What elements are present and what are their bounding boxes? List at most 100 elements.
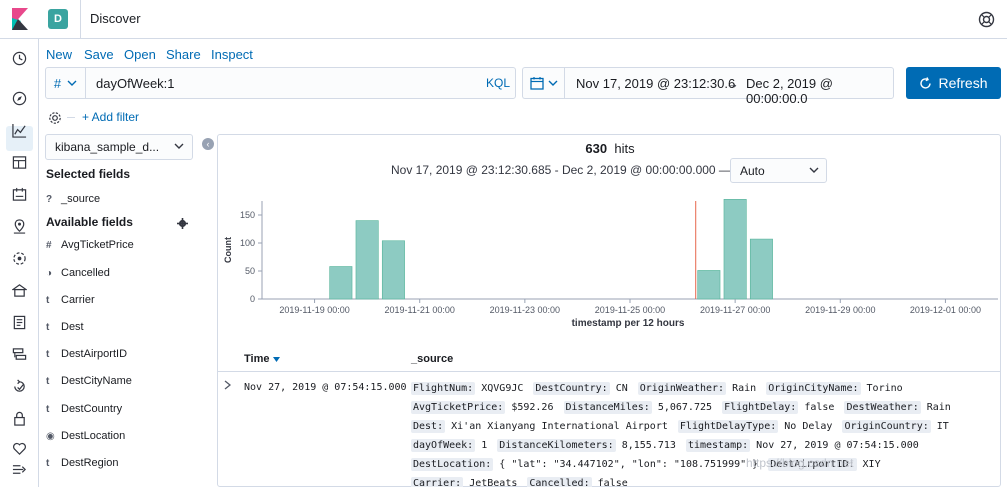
query-input[interactable]: dayOfWeek:1 (96, 76, 175, 91)
field-item[interactable]: ? _source (46, 191, 100, 207)
menu-share[interactable]: Share (166, 47, 201, 62)
uptime-icon[interactable] (10, 377, 29, 396)
field-item[interactable]: t DestRegion (46, 455, 118, 471)
kql-toggle[interactable]: KQL (486, 76, 510, 90)
field-item[interactable]: t DestCityName (46, 373, 132, 389)
field-type-icon: t (46, 375, 50, 387)
refresh-button[interactable]: Refresh (906, 67, 1001, 99)
ml-icon[interactable] (10, 249, 29, 268)
source-field-key: FlightDelay: (722, 401, 799, 414)
column-header-time[interactable]: Time (244, 353, 280, 365)
logs-icon[interactable] (10, 313, 29, 332)
field-item[interactable]: ◑ Cancelled (46, 265, 110, 281)
source-field-value: CN (609, 383, 628, 394)
menu-open[interactable]: Open (124, 47, 156, 62)
field-type-icon: t (46, 321, 50, 333)
histogram-chart[interactable]: Count 0 50 100 150 2019-11-19 00:00 2019-11-21… (218, 193, 1002, 333)
recently-viewed-icon[interactable] (10, 49, 29, 68)
filter-divider (67, 117, 75, 118)
field-item[interactable]: # AvgTicketPrice (46, 237, 134, 253)
maps-icon[interactable] (10, 217, 29, 236)
chevron-down-icon (67, 80, 77, 86)
header-divider (80, 0, 81, 39)
field-type-icon: t (46, 457, 50, 469)
source-field-value: Xi'an Xianyang International Airport (445, 421, 668, 432)
source-field: FlightNum: XQVG9JC (411, 382, 523, 395)
collapse-nav-icon[interactable] (10, 460, 29, 479)
siem-icon[interactable] (10, 409, 29, 428)
field-item[interactable]: t DestCountry (46, 401, 122, 417)
field-name: Dest (61, 321, 84, 333)
field-item[interactable]: t Dest (46, 319, 84, 335)
space-avatar[interactable]: D (48, 9, 68, 29)
heartbeat-icon[interactable] (10, 439, 29, 458)
date-end[interactable]: Dec 2, 2019 @ 00:00:00.0 (746, 76, 893, 106)
source-field-value: 8,155.713 (615, 440, 676, 451)
calendar-icon (529, 77, 544, 90)
discover-icon[interactable] (10, 89, 29, 108)
source-field-value: JetBeats (463, 478, 518, 487)
field-type-icon: t (46, 403, 50, 415)
hit-count-value: 630 (585, 141, 608, 156)
field-name: Cancelled (61, 267, 110, 279)
expand-row-icon[interactable] (224, 380, 232, 393)
apm-icon[interactable] (10, 345, 29, 364)
source-field-key: DestLocation: (411, 458, 494, 471)
field-item[interactable]: ◉ DestLocation (46, 428, 125, 444)
kibana-logo-icon[interactable] (10, 8, 30, 30)
fields-settings-gear-icon[interactable] (177, 216, 188, 229)
source-field: AvgTicketPrice: $592.26 (411, 401, 554, 414)
query-language-toggle[interactable]: # (46, 68, 86, 98)
source-field: FlightDelay: false (722, 401, 835, 414)
collapse-sidebar-icon[interactable]: ‹ (202, 138, 214, 150)
watermark: https://blog.csdn.net (746, 456, 854, 470)
y-tick-label: 50 (245, 266, 255, 276)
source-field: DestCountry: CN (533, 382, 628, 395)
help-icon[interactable] (978, 11, 995, 28)
field-name: DestAirportID (61, 348, 128, 360)
source-field-key: OriginWeather: (637, 382, 727, 395)
field-type-icon: t (46, 294, 50, 306)
index-pattern-select[interactable]: kibana_sample_d... (45, 134, 193, 160)
source-field-value: Rain (920, 402, 951, 413)
histogram-bar (749, 238, 773, 300)
source-field-value: Rain (726, 383, 757, 394)
field-type-icon: ◉ (46, 430, 55, 442)
canvas-icon[interactable] (10, 185, 29, 204)
menu-new[interactable]: New (46, 47, 72, 62)
source-field-value: false (798, 402, 835, 413)
selected-fields-title: Selected fields (46, 167, 131, 181)
infrastructure-icon[interactable] (10, 281, 29, 300)
y-tick-label: 100 (240, 238, 255, 248)
visualize-icon[interactable] (10, 121, 29, 140)
menu-inspect[interactable]: Inspect (211, 47, 253, 62)
quick-date-menu-button[interactable] (522, 67, 564, 99)
top-header: D Discover (0, 0, 1007, 39)
time-range-text: Nov 17, 2019 @ 23:12:30.685 - Dec 2, 201… (391, 163, 731, 177)
field-item[interactable]: t Carrier (46, 292, 95, 308)
interval-select[interactable]: Auto (730, 158, 827, 183)
field-item[interactable]: t DestAirportID (46, 346, 127, 362)
chevron-down-icon (548, 80, 557, 86)
sort-down-icon[interactable] (272, 357, 280, 362)
y-tick-label: 0 (250, 294, 255, 304)
x-tick-label: 2019-11-21 00:00 (385, 305, 455, 315)
field-type-icon: ◑ (46, 267, 53, 279)
hits-label: hits (614, 141, 635, 156)
date-start[interactable]: Nov 17, 2019 @ 23:12:30.6 (576, 76, 735, 91)
query-bar: # dayOfWeek:1 KQL (45, 67, 516, 99)
menu-save[interactable]: Save (84, 47, 114, 62)
field-name: _source (61, 193, 101, 205)
query-language-symbol: # (53, 75, 62, 91)
refresh-icon (920, 76, 932, 89)
source-field-value: $592.26 (505, 402, 554, 413)
refresh-label: Refresh (938, 75, 988, 91)
source-field: timestamp: Nov 27, 2019 @ 07:54:15.000 (685, 439, 919, 452)
dashboard-icon[interactable] (10, 153, 29, 172)
field-name: DestCountry (61, 403, 123, 415)
source-field-key: DistanceMiles: (563, 401, 652, 414)
chevron-down-icon (174, 143, 184, 149)
source-field-key: dayOfWeek: (411, 439, 476, 452)
add-filter-button[interactable]: + Add filter (82, 110, 139, 124)
filter-options-gear-icon[interactable] (47, 110, 63, 126)
